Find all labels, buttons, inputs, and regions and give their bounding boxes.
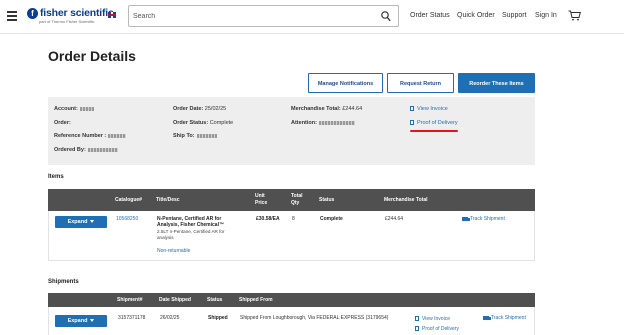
truck-icon — [483, 315, 491, 320]
document-icon — [415, 316, 419, 322]
non-returnable-link[interactable]: Non-returnable — [157, 248, 190, 254]
item-expand-label: Expand — [67, 219, 88, 225]
ship-to-label: Ship To: — [173, 133, 195, 139]
ordered-by-label: Ordered By: — [54, 147, 86, 153]
items-table-header: Catalogue# Title/Desc Unit Price Total Q… — [48, 189, 535, 211]
item-desc-line2: analysis — [157, 235, 174, 240]
manage-notifications-button[interactable]: Manage Notifications — [308, 73, 383, 93]
col-total-qty-line1: Total — [291, 193, 303, 199]
col-title-desc: Title/Desc — [156, 197, 180, 203]
document-icon — [410, 120, 414, 126]
item-qty: 8 — [292, 216, 295, 222]
item-track-shipment-label: Track Shipment — [470, 216, 505, 222]
proof-of-delivery-highlight — [410, 130, 458, 132]
uk-flag-icon[interactable] — [108, 12, 116, 18]
shipments-table-header: Shipment# Date Shipped Status Shipped Fr… — [48, 293, 535, 307]
truck-icon — [462, 216, 470, 221]
document-icon — [415, 326, 419, 332]
reference-field: Reference Number : — [54, 133, 127, 139]
view-invoice-label: View Invoice — [417, 106, 448, 112]
shipment-track-shipment-label: Track Shipment — [491, 315, 526, 321]
col-merch-total: Merchandise Total — [384, 197, 428, 203]
shipment-date: 26/02/25 — [160, 315, 180, 321]
col-status: Status — [319, 197, 335, 203]
attention-field: Attention: — [291, 120, 355, 126]
nav-support[interactable]: Support — [502, 12, 527, 19]
shipment-expand-button[interactable]: Expand — [55, 315, 107, 327]
merch-total-value: £244.64 — [342, 106, 363, 112]
nav-quick-order[interactable]: Quick Order — [457, 12, 495, 19]
col-shipment-status: Status — [207, 297, 223, 303]
shipment-status: Shipped — [208, 315, 228, 321]
shipment-shipped-from: Shipped From Loughborough, Via FEDERAL E… — [240, 315, 389, 321]
order-field: Order: — [54, 120, 71, 126]
view-invoice-link[interactable]: View Invoice — [410, 106, 448, 112]
order-status-value: Complete — [209, 120, 234, 126]
account-field: Account: — [54, 106, 94, 112]
logo-tagline: part of Thermo Fisher Scientific — [39, 19, 95, 24]
fisher-scientific-logo[interactable]: f fisher scientific — [27, 8, 114, 19]
ship-to-field: Ship To: — [173, 133, 217, 139]
merch-total-field: Merchandise Total: £244.64 — [291, 106, 362, 112]
cart-icon[interactable] — [568, 10, 581, 21]
shipment-number: 3157371178 — [118, 315, 146, 321]
order-date-field: Order Date: 25/02/25 — [173, 106, 226, 112]
shipment-view-invoice-link[interactable]: View Invoice — [415, 316, 450, 322]
merch-total-label: Merchandise Total: — [291, 106, 341, 112]
items-section-title: Items — [48, 174, 64, 180]
reference-label: Reference Number : — [54, 133, 107, 139]
item-unit-price: £30.58/EA — [256, 216, 280, 222]
nav-sign-in[interactable]: Sign In — [535, 12, 557, 19]
shipments-section-title: Shipments — [48, 279, 79, 285]
order-date-label: Order Date: — [173, 106, 204, 112]
nav-order-status[interactable]: Order Status — [410, 12, 450, 19]
logo-text: fisher scientific — [40, 7, 114, 19]
account-label: Account: — [54, 106, 78, 112]
item-desc-line1: 2.5LT n-Pentane, Certified AR for — [157, 229, 225, 234]
item-expand-button[interactable]: Expand — [55, 216, 107, 228]
attention-label: Attention: — [291, 120, 317, 126]
item-merch-total: £244.64 — [385, 216, 404, 222]
ordered-by-field: Ordered By: — [54, 147, 118, 153]
col-total-qty-line2: Qty — [291, 200, 300, 206]
item-status: Complete — [320, 216, 343, 222]
document-icon — [410, 106, 414, 112]
order-label: Order: — [54, 120, 71, 126]
order-status-label: Order Status: — [173, 120, 209, 126]
search-input[interactable] — [133, 9, 373, 24]
col-catalogue: Catalogue# — [115, 197, 142, 203]
request-return-button[interactable]: Request Return — [387, 73, 454, 93]
search-box — [128, 5, 399, 27]
order-summary-panel: Account: Order: Reference Number : Order… — [48, 97, 535, 165]
proof-of-delivery-link[interactable]: Proof of Delivery — [410, 120, 458, 126]
chevron-down-icon — [90, 220, 95, 224]
shipment-expand-label: Expand — [67, 318, 88, 324]
order-date-value: 25/02/25 — [204, 106, 227, 112]
shipment-proof-of-delivery-label: Proof of Delivery — [422, 326, 459, 332]
col-shipped-from: Shipped From — [239, 297, 273, 303]
col-unit-price-line1: Unit — [255, 193, 265, 199]
shipment-proof-of-delivery-link[interactable]: Proof of Delivery — [415, 326, 459, 332]
shipment-track-shipment-link[interactable]: Track Shipment — [483, 315, 526, 321]
site-header: f fisher scientific part of Thermo Fishe… — [0, 0, 624, 34]
shipment-row: Expand 3157371178 26/02/25 Shipped Shipp… — [48, 307, 535, 335]
shipment-view-invoice-label: View Invoice — [422, 316, 450, 322]
order-status-field: Order Status: Complete — [173, 120, 233, 126]
logo-mark-icon: f — [27, 8, 38, 19]
col-unit-price-line2: Price — [255, 200, 268, 206]
chevron-down-icon — [90, 319, 95, 323]
item-catalogue-link[interactable]: 10568250 — [116, 216, 138, 222]
item-track-shipment-link[interactable]: Track Shipment — [462, 216, 505, 222]
item-row: Expand 10568250 N-Pentane, Certified AR … — [48, 211, 535, 261]
menu-icon[interactable] — [7, 11, 17, 21]
item-title-line2[interactable]: Analysis, Fisher Chemical™ — [157, 222, 224, 228]
proof-of-delivery-label: Proof of Delivery — [417, 120, 458, 126]
page-title: Order Details — [48, 48, 136, 64]
col-date-shipped: Date Shipped — [159, 297, 191, 303]
col-shipment: Shipment# — [117, 297, 143, 303]
search-icon[interactable] — [381, 11, 391, 22]
reorder-items-button[interactable]: Reorder These Items — [458, 73, 535, 93]
